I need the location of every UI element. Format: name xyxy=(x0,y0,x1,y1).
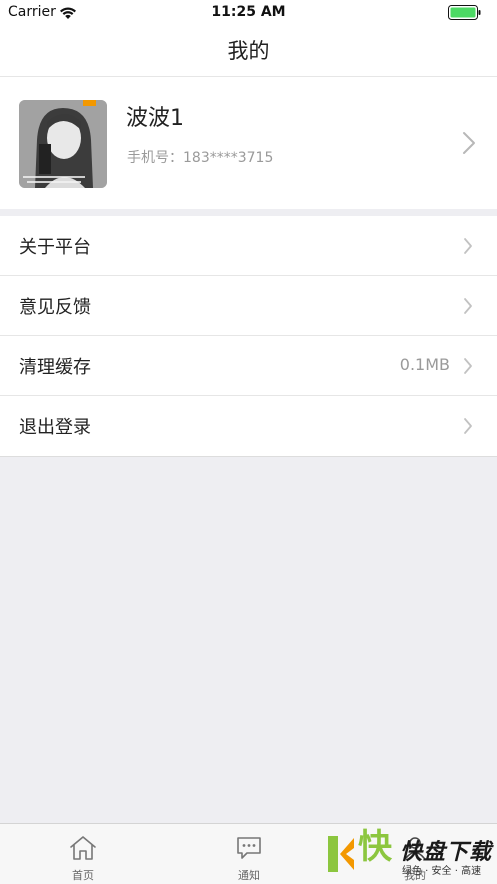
home-icon xyxy=(68,834,98,866)
watermark-glyph: 快 xyxy=(358,827,392,867)
battery-icon xyxy=(448,5,482,24)
menu-item-about[interactable]: 关于平台 xyxy=(0,216,497,276)
menu-item-label: 退出登录 xyxy=(19,417,91,438)
status-time: 11:25 AM xyxy=(211,4,286,20)
nav-bar: 我的 xyxy=(0,26,497,77)
menu-item-clear-cache[interactable]: 清理缓存 0.1MB xyxy=(0,336,497,396)
menu-item-label: 清理缓存 xyxy=(19,357,91,378)
chevron-right-icon xyxy=(463,357,473,379)
chevron-right-icon xyxy=(463,297,473,319)
tab-label: 首页 xyxy=(72,869,94,882)
tab-label: 通知 xyxy=(238,869,260,882)
tab-notifications[interactable]: 通知 xyxy=(166,824,332,884)
settings-menu: 关于平台 意见反馈 清理缓存 0.1MB 退出登录 xyxy=(0,216,497,457)
chevron-right-icon xyxy=(463,237,473,259)
profile-card[interactable]: 波波1 手机号：183****3715 xyxy=(0,77,497,209)
chevron-right-icon xyxy=(463,417,473,439)
watermark-tagline: 绿色 · 安全 · 高速 xyxy=(402,866,482,877)
menu-item-feedback[interactable]: 意见反馈 xyxy=(0,276,497,336)
chevron-right-icon xyxy=(462,131,476,159)
profile-name: 波波1 xyxy=(126,106,184,131)
page-title: 我的 xyxy=(227,39,270,63)
tab-home[interactable]: 首页 xyxy=(0,824,166,884)
watermark-logo-icon xyxy=(326,834,356,878)
message-icon xyxy=(234,834,264,866)
profile-phone: 手机号：183****3715 xyxy=(127,150,274,166)
avatar[interactable] xyxy=(19,100,107,188)
status-bar: Carrier 11:25 AM xyxy=(0,0,497,26)
cache-size-value: 0.1MB xyxy=(399,355,450,374)
menu-item-logout[interactable]: 退出登录 xyxy=(0,396,497,456)
menu-item-label: 意见反馈 xyxy=(19,297,91,318)
watermark: 快 快盘下载 绿色 · 安全 · 高速 xyxy=(324,828,494,880)
menu-item-label: 关于平台 xyxy=(19,237,91,258)
